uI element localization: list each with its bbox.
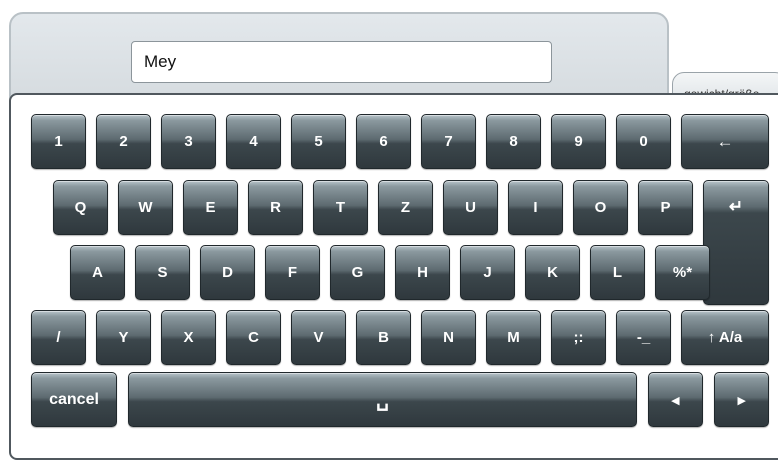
enter-key[interactable]: ↵: [703, 180, 769, 305]
key-z[interactable]: Z: [378, 180, 433, 235]
key-s[interactable]: S: [135, 245, 190, 300]
key-l[interactable]: L: [590, 245, 645, 300]
cursor-left-key[interactable]: ◂: [648, 372, 703, 427]
key-f[interactable]: F: [265, 245, 320, 300]
key-n[interactable]: N: [421, 310, 476, 365]
space-key[interactable]: ␣: [128, 372, 637, 427]
key-m[interactable]: M: [486, 310, 541, 365]
key-semicolon-colon[interactable]: ;:: [551, 310, 606, 365]
key-2[interactable]: 2: [96, 114, 151, 169]
name-search-input[interactable]: [131, 41, 552, 83]
key-percent-asterisk[interactable]: %*: [655, 245, 710, 300]
key-7[interactable]: 7: [421, 114, 476, 169]
key-i[interactable]: I: [508, 180, 563, 235]
key-r[interactable]: R: [248, 180, 303, 235]
key-w[interactable]: W: [118, 180, 173, 235]
key-3[interactable]: 3: [161, 114, 216, 169]
key-slash[interactable]: /: [31, 310, 86, 365]
key-4[interactable]: 4: [226, 114, 281, 169]
backspace-key[interactable]: ←: [681, 114, 769, 169]
key-j[interactable]: J: [460, 245, 515, 300]
cursor-right-key[interactable]: ▸: [714, 372, 769, 427]
key-u[interactable]: U: [443, 180, 498, 235]
key-y[interactable]: Y: [96, 310, 151, 365]
key-dash-underscore[interactable]: -_: [616, 310, 671, 365]
key-6[interactable]: 6: [356, 114, 411, 169]
shift-key[interactable]: ↑ A/a: [681, 310, 769, 365]
key-5[interactable]: 5: [291, 114, 346, 169]
key-9[interactable]: 9: [551, 114, 606, 169]
key-c[interactable]: C: [226, 310, 281, 365]
key-b[interactable]: B: [356, 310, 411, 365]
key-1[interactable]: 1: [31, 114, 86, 169]
key-e[interactable]: E: [183, 180, 238, 235]
key-t[interactable]: T: [313, 180, 368, 235]
cancel-button[interactable]: cancel: [31, 372, 117, 427]
key-g[interactable]: G: [330, 245, 385, 300]
key-a[interactable]: A: [70, 245, 125, 300]
key-d[interactable]: D: [200, 245, 255, 300]
key-x[interactable]: X: [161, 310, 216, 365]
key-k[interactable]: K: [525, 245, 580, 300]
key-o[interactable]: O: [573, 180, 628, 235]
key-q[interactable]: Q: [53, 180, 108, 235]
key-0[interactable]: 0: [616, 114, 671, 169]
key-8[interactable]: 8: [486, 114, 541, 169]
key-v[interactable]: V: [291, 310, 346, 365]
key-p[interactable]: P: [638, 180, 693, 235]
key-h[interactable]: H: [395, 245, 450, 300]
